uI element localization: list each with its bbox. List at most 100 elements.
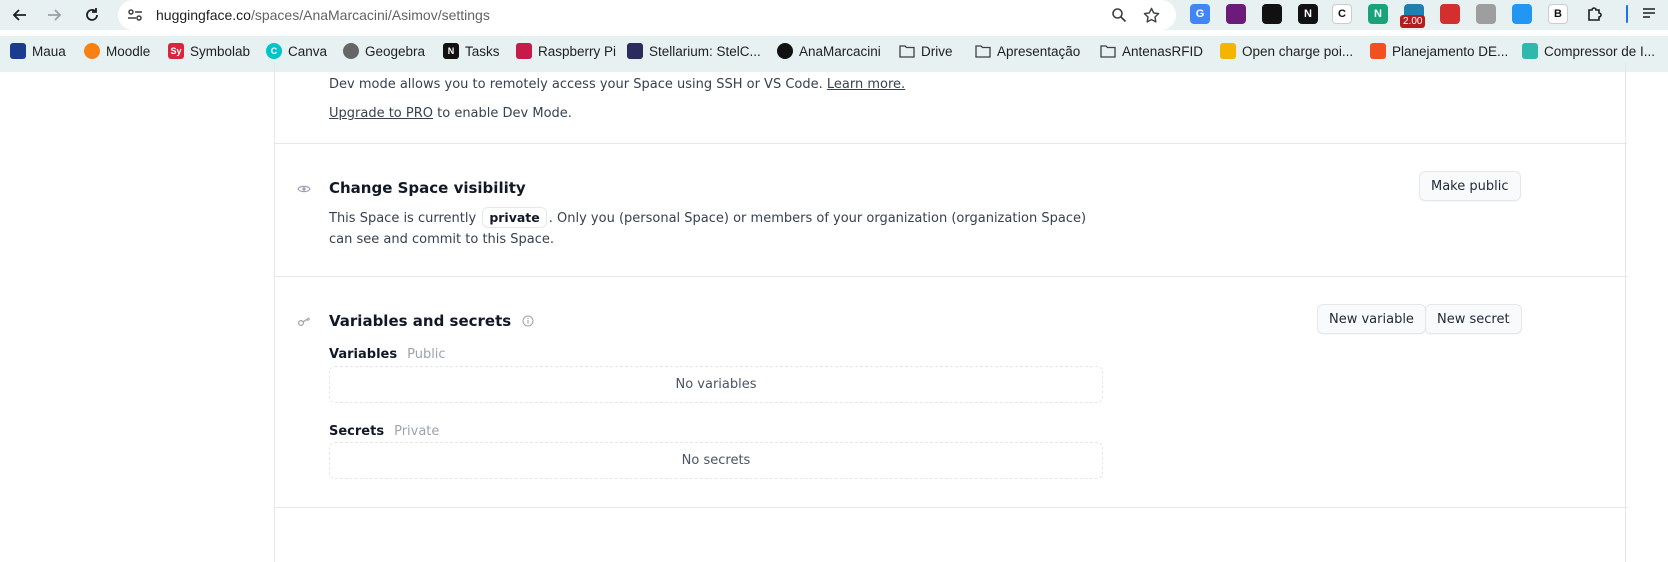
bookmark-item[interactable]: AnaMarcacini (777, 40, 881, 62)
extension-red-icon[interactable] (1440, 4, 1460, 24)
notion-icon: N (443, 43, 459, 59)
learn-more-link[interactable]: Learn more. (827, 77, 905, 92)
extensions-puzzle-icon[interactable] (1586, 5, 1606, 25)
secrets-label-text: Secrets (329, 424, 385, 439)
microsoft-icon (1370, 43, 1386, 59)
stellarium-icon (627, 43, 643, 59)
variables-hint: Public (407, 347, 446, 362)
geogebra-icon (343, 43, 359, 59)
google-translate-icon[interactable]: G (1190, 4, 1210, 24)
eye-icon (297, 182, 311, 196)
dev-mode-text: Dev mode allows you to remotely access y… (329, 77, 823, 92)
reload-icon (86, 8, 98, 21)
variables-secrets-title: Variables and secrets (329, 312, 534, 331)
symbolab-icon: Sy (168, 43, 184, 59)
secrets-hint: Private (394, 424, 440, 439)
folder-icon (899, 43, 915, 59)
speed-badge: 2.00 (1400, 15, 1426, 28)
bookmark-item[interactable]: Maua (10, 40, 66, 62)
make-public-button[interactable]: Make public (1419, 171, 1521, 201)
visibility-text-line2: commit to this Space. (412, 232, 555, 247)
upgrade-to-pro-link[interactable]: Upgrade to PRO (329, 106, 433, 121)
bookmark-item[interactable]: Geogebra (343, 40, 425, 62)
bookmark-label: AntenasRFID (1122, 43, 1204, 59)
bookmark-item[interactable]: Moodle (84, 40, 150, 62)
bookmark-item[interactable]: Stellarium: StelC... (627, 40, 761, 62)
reload-button[interactable] (80, 3, 104, 27)
url-host: huggingface.co (156, 7, 251, 23)
section-divider (275, 143, 1627, 144)
bookmark-label: Drive (921, 43, 953, 59)
folder-icon (975, 43, 991, 59)
bookmark-star-icon[interactable] (1142, 6, 1160, 24)
address-bar[interactable]: huggingface.co/spaces/AnaMarcacini/Asimo… (118, 0, 1176, 30)
new-variable-button[interactable]: New variable (1317, 304, 1426, 334)
section-divider (275, 276, 1627, 277)
secrets-empty-state: No secrets (329, 442, 1103, 479)
open-charge-icon (1220, 43, 1236, 59)
bookmark-item[interactable]: N Tasks (443, 40, 500, 62)
extension-blue-icon[interactable] (1512, 4, 1532, 24)
dev-mode-upgrade: Upgrade to PRO to enable Dev Mode. (329, 103, 572, 124)
variables-label: Variables Public (329, 347, 446, 362)
arrow-left-icon (12, 9, 26, 21)
zoom-icon[interactable] (1110, 6, 1128, 24)
bookmark-item[interactable]: Compressor de I... (1522, 40, 1655, 62)
visibility-title: Change Space visibility (329, 179, 526, 197)
bookmark-label: AnaMarcacini (799, 43, 881, 59)
variables-label-text: Variables (329, 347, 398, 362)
browser-toolbar: huggingface.co/spaces/AnaMarcacini/Asimo… (0, 0, 1668, 30)
dev-mode-description: Dev mode allows you to remotely access y… (329, 74, 905, 95)
bookmark-label: Open charge poi... (1242, 43, 1354, 59)
bookmark-label: Symbolab (190, 43, 251, 59)
site-settings-icon[interactable] (126, 6, 144, 24)
bookmark-label: Stellarium: StelC... (649, 43, 761, 59)
variables-secrets-title-text: Variables and secrets (329, 312, 512, 330)
reading-list-icon[interactable] (1642, 6, 1660, 24)
compressor-icon (1522, 43, 1538, 59)
settings-card: Dev mode allows you to remotely access y… (274, 62, 1627, 562)
bookmark-label: Geogebra (365, 43, 426, 59)
new-secret-button[interactable]: New secret (1425, 304, 1522, 334)
bookmark-label: Compressor de I... (1544, 43, 1656, 59)
extension-magenta-icon[interactable] (1226, 4, 1246, 24)
bookmark-item[interactable]: Drive (899, 40, 953, 62)
bookmark-item[interactable]: Apresentação (975, 40, 1080, 62)
section-divider (275, 507, 1627, 508)
bookmark-item[interactable]: AntenasRFID (1100, 40, 1203, 62)
bookmark-label: Maua (32, 43, 66, 59)
github-icon (777, 43, 793, 59)
arrow-right-icon (48, 9, 62, 21)
toolbar-separator (1626, 5, 1628, 23)
extension-n-icon[interactable]: N (1368, 4, 1388, 24)
maua-icon (10, 43, 26, 59)
url-path: /spaces/AnaMarcacini/Asimov/settings (250, 7, 490, 23)
extension-grey-icon[interactable] (1476, 4, 1496, 24)
info-icon[interactable] (522, 313, 534, 331)
bookmark-item[interactable]: Sy Symbolab (168, 40, 250, 62)
private-badge: private (482, 207, 547, 228)
url-text: huggingface.co/spaces/AnaMarcacini/Asimo… (156, 6, 490, 24)
canva-icon: C (266, 43, 282, 59)
folder-icon (1100, 43, 1116, 59)
back-button[interactable] (8, 3, 32, 27)
raspberry-icon (516, 43, 532, 59)
bookmark-label: Tasks (465, 43, 500, 59)
extensions-bar: G N C N B 2.00 (1190, 4, 1660, 28)
bookmark-item[interactable]: C Canva (266, 40, 327, 62)
bookmark-item[interactable]: Raspberry Pi (516, 40, 616, 62)
upgrade-suffix: to enable Dev Mode. (433, 106, 572, 121)
bookmark-item[interactable]: Planejamento DE... (1370, 40, 1508, 62)
notion-icon[interactable]: N (1298, 4, 1318, 24)
secrets-label: Secrets Private (329, 424, 439, 439)
bookmark-label: Apresentação (997, 43, 1081, 59)
extension-b-icon[interactable]: B (1548, 4, 1568, 24)
forward-button[interactable] (42, 3, 66, 27)
bookmark-item[interactable]: Open charge poi... (1220, 40, 1353, 62)
extension-send-icon[interactable] (1262, 4, 1282, 24)
visibility-text-before: This Space is currently (329, 211, 477, 226)
bookmark-label: Planejamento DE... (1392, 43, 1509, 59)
bookmark-label: Moodle (106, 43, 151, 59)
extension-c-icon[interactable]: C (1332, 4, 1352, 24)
key-icon (297, 315, 311, 329)
